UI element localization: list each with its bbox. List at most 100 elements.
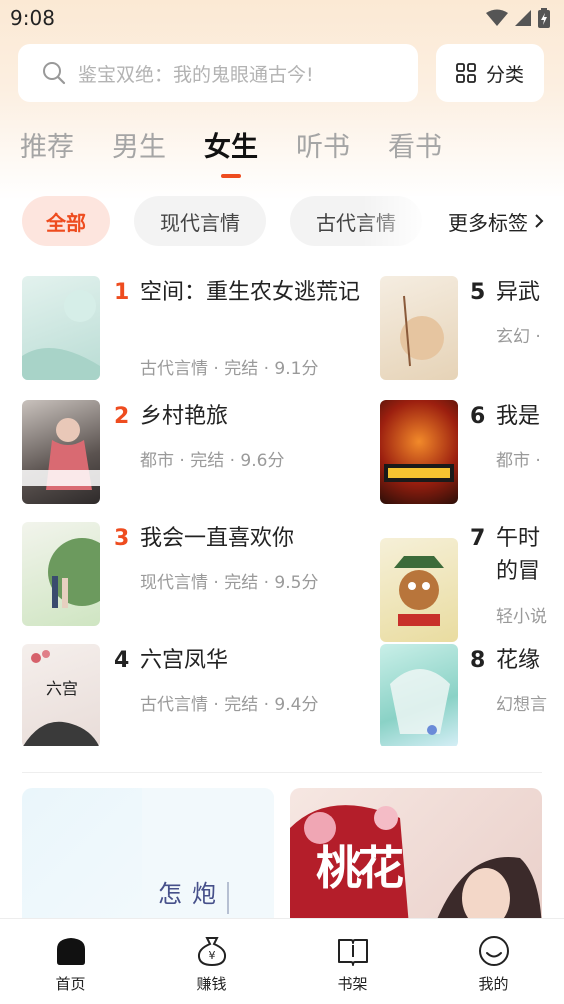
- chip-label: 全部: [46, 210, 86, 235]
- banner-art: [142, 788, 274, 938]
- book-title: 异武: [496, 280, 541, 305]
- search-placeholder: 鉴宝双绝：我的鬼眼通古今!: [78, 63, 314, 86]
- book-meta: 都市 ·: [496, 451, 541, 471]
- banner-text: 怎: [158, 880, 182, 908]
- book-title: 午时的冒: [496, 526, 541, 584]
- rank-number: 4: [114, 648, 130, 673]
- signal-icon: [515, 10, 531, 26]
- cover-art: [22, 290, 100, 380]
- book-meta: 都市 · 完结 · 9.6分: [140, 451, 285, 471]
- rank-number: 1: [114, 280, 130, 305]
- status-icons: [486, 8, 550, 28]
- book-cover: [380, 644, 458, 746]
- status-time: 9:08: [10, 6, 55, 30]
- book-cover: [22, 276, 100, 380]
- nav-profile[interactable]: 我的: [423, 919, 564, 1004]
- cover-art: [384, 464, 454, 482]
- book-cover: [380, 400, 458, 504]
- nav-label: 书架: [337, 975, 368, 993]
- list-item[interactable]: 5 异武 玄幻 ·: [380, 276, 564, 380]
- category-label: 分类: [485, 63, 524, 86]
- search-input[interactable]: 鉴宝双绝：我的鬼眼通古今!: [18, 44, 418, 102]
- book-cover: [22, 522, 100, 626]
- book-title: 花缘: [496, 648, 541, 673]
- tag-filter-row: 全部 现代言情 古代言情 更多标签: [22, 196, 564, 246]
- search-icon: [43, 62, 66, 85]
- book-title: 六宫凤华: [140, 648, 229, 673]
- list-item[interactable]: 8 花缘 幻想言: [380, 644, 564, 746]
- nav-earn[interactable]: ¥ 赚钱: [141, 919, 282, 1004]
- more-tags-label: 更多标签: [448, 210, 528, 235]
- tab-label: 男生: [112, 132, 166, 163]
- promo-banner[interactable]: 桃花: [290, 788, 542, 938]
- bottom-nav: 首页 ¥ 赚钱 书架 我的: [0, 918, 564, 1004]
- book-title: 我会一直喜欢你: [140, 526, 295, 551]
- list-item[interactable]: 7 午时的冒 轻小说: [380, 522, 564, 642]
- book-title: 乡村艳旅: [140, 404, 229, 429]
- book-cover: [380, 276, 458, 380]
- svg-text:六宫: 六宫: [46, 679, 78, 698]
- cover-art: [22, 418, 100, 490]
- rank-number: 6: [470, 404, 486, 429]
- nav-home[interactable]: 首页: [0, 919, 141, 1004]
- book-meta: 现代言情 · 完结 · 9.5分: [140, 573, 319, 593]
- svg-text:¥: ¥: [208, 949, 215, 962]
- tab-recommend[interactable]: 推荐: [20, 128, 74, 182]
- chip-modern-romance[interactable]: 现代言情: [134, 196, 266, 246]
- cover-art: 六宫: [23, 650, 99, 746]
- book-cover: [22, 400, 100, 504]
- ranking-list: 1 空间：重生农女逃荒记 古代言情 · 完结 · 9.1分 2 乡村艳旅 都市 …: [22, 276, 564, 746]
- tab-female[interactable]: 女生: [204, 128, 258, 182]
- rank-number: 5: [470, 280, 486, 305]
- more-tags-button[interactable]: 更多标签: [426, 196, 564, 246]
- book-meta: 古代言情 · 完结 · 9.4分: [140, 695, 319, 715]
- tab-label: 女生: [204, 132, 258, 163]
- nav-bookshelf[interactable]: 书架: [282, 919, 423, 1004]
- battery-icon: [538, 8, 550, 28]
- banner-text: 桃花: [316, 841, 404, 895]
- home-icon: [56, 938, 85, 965]
- wifi-icon: [486, 9, 508, 26]
- list-item[interactable]: 六宫 4 六宫凤华 古代言情 · 完结 · 9.4分: [22, 644, 362, 746]
- tab-label: 听书: [296, 132, 350, 163]
- book-meta: 玄幻 ·: [496, 327, 541, 347]
- promo-banner[interactable]: 怎 炮: [22, 788, 274, 938]
- profile-icon: [478, 936, 509, 966]
- nav-label: 我的: [478, 975, 509, 993]
- chip-label: 现代言情: [160, 210, 240, 235]
- cover-art: [390, 669, 450, 735]
- tab-audiobook[interactable]: 听书: [296, 128, 350, 182]
- money-bag-icon: ¥: [197, 937, 226, 967]
- search-row: 鉴宝双绝：我的鬼眼通古今! 分类: [18, 44, 544, 102]
- banner-text: 炮: [192, 880, 216, 908]
- book-meta: 古代言情 · 完结 · 9.1分: [140, 359, 319, 379]
- book-title: 我是: [496, 404, 541, 429]
- list-item[interactable]: 6 我是 都市 ·: [380, 400, 564, 504]
- section-divider: [22, 772, 542, 773]
- book-cover: 六宫: [22, 644, 100, 746]
- book-meta: 幻想言: [496, 695, 547, 715]
- cover-art: [394, 556, 444, 626]
- list-item[interactable]: 2 乡村艳旅 都市 · 完结 · 9.6分: [22, 400, 362, 504]
- cover-art: [48, 538, 100, 608]
- cover-art: [400, 295, 444, 367]
- book-meta: 轻小说: [496, 607, 547, 627]
- tab-label: 推荐: [20, 132, 74, 163]
- chip-all[interactable]: 全部: [22, 196, 110, 246]
- rank-number: 8: [470, 648, 486, 673]
- book-cover: [380, 538, 458, 642]
- nav-label: 赚钱: [196, 975, 227, 993]
- rank-number: 2: [114, 404, 130, 429]
- tab-label: 看书: [388, 132, 442, 163]
- grid-icon: [456, 63, 476, 83]
- nav-label: 首页: [55, 975, 86, 993]
- rank-number: 3: [114, 526, 130, 551]
- tab-reading[interactable]: 看书: [388, 128, 442, 182]
- list-item[interactable]: 3 我会一直喜欢你 现代言情 · 完结 · 9.5分: [22, 522, 362, 626]
- category-button[interactable]: 分类: [436, 44, 544, 102]
- active-tab-indicator: [221, 174, 241, 178]
- tab-male[interactable]: 男生: [112, 128, 166, 182]
- book-title: 空间：重生农女逃荒记: [140, 280, 361, 305]
- chevron-right-icon: [535, 214, 544, 228]
- list-item[interactable]: 1 空间：重生农女逃荒记 古代言情 · 完结 · 9.1分: [22, 276, 362, 380]
